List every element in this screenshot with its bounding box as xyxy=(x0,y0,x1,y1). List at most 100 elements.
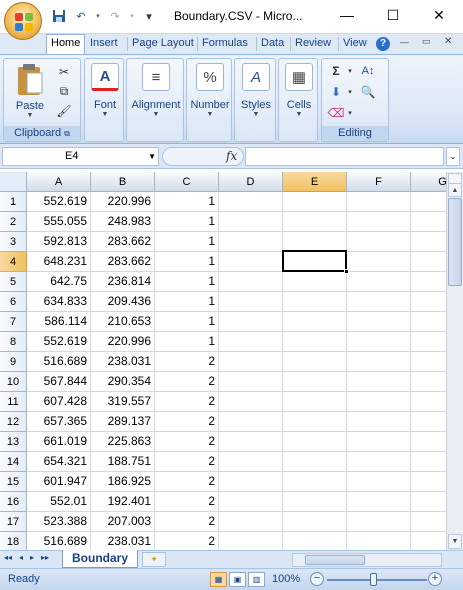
cell-d7[interactable] xyxy=(219,312,283,332)
active-cell-e4[interactable] xyxy=(282,250,349,274)
number-group[interactable]: % Number ▼ xyxy=(186,58,232,142)
cell-d4[interactable] xyxy=(219,252,283,272)
cell-b1[interactable]: 220.996 xyxy=(91,192,155,212)
cell-c16[interactable]: 2 xyxy=(155,492,219,512)
cell-f10[interactable] xyxy=(347,372,411,392)
tab-page-layout[interactable]: Page Layout xyxy=(128,35,198,54)
cell-d17[interactable] xyxy=(219,512,283,532)
cell-b3[interactable]: 283.662 xyxy=(91,232,155,252)
cell-d5[interactable] xyxy=(219,272,283,292)
cell-g14[interactable] xyxy=(411,452,446,472)
cell-b13[interactable]: 225.863 xyxy=(91,432,155,452)
cell-g2[interactable] xyxy=(411,212,446,232)
cell-c11[interactable]: 2 xyxy=(155,392,219,412)
cell-d16[interactable] xyxy=(219,492,283,512)
cell-c7[interactable]: 1 xyxy=(155,312,219,332)
cell-e5[interactable] xyxy=(283,272,347,292)
cell-f18[interactable] xyxy=(347,532,411,550)
alignment-group[interactable]: ≡ Alignment ▼ xyxy=(126,58,184,142)
cell-f8[interactable] xyxy=(347,332,411,352)
cell-a13[interactable]: 661.019 xyxy=(27,432,91,452)
cell-b15[interactable]: 186.925 xyxy=(91,472,155,492)
row-header[interactable]: 8 xyxy=(0,332,27,352)
ribbon-restore-icon[interactable]: ▭ xyxy=(422,36,431,47)
cell-f15[interactable] xyxy=(347,472,411,492)
copy-icon[interactable]: ⧉ xyxy=(56,83,72,99)
cell-d11[interactable] xyxy=(219,392,283,412)
cell-b2[interactable]: 248.983 xyxy=(91,212,155,232)
row-header[interactable]: 15 xyxy=(0,472,27,492)
column-header-b[interactable]: B xyxy=(91,172,155,192)
cell-f3[interactable] xyxy=(347,232,411,252)
horizontal-scrollbar[interactable] xyxy=(292,553,442,567)
row-header[interactable]: 14 xyxy=(0,452,27,472)
first-sheet-icon[interactable]: ◂◂ xyxy=(4,553,12,562)
cell-e10[interactable] xyxy=(283,372,347,392)
cell-f1[interactable] xyxy=(347,192,411,212)
format-painter-icon[interactable]: 🖌 xyxy=(56,103,72,119)
column-header-f[interactable]: F xyxy=(347,172,411,192)
cell-a8[interactable]: 552.619 xyxy=(27,332,91,352)
cell-a12[interactable]: 657.365 xyxy=(27,412,91,432)
cell-g9[interactable] xyxy=(411,352,446,372)
last-sheet-icon[interactable]: ▸▸ xyxy=(41,553,49,562)
cell-d9[interactable] xyxy=(219,352,283,372)
cell-a2[interactable]: 555.055 xyxy=(27,212,91,232)
cell-b8[interactable]: 220.996 xyxy=(91,332,155,352)
cell-b18[interactable]: 238.031 xyxy=(91,532,155,550)
new-sheet-icon[interactable]: ✦ xyxy=(142,552,166,567)
tab-formulas[interactable]: Formulas xyxy=(198,35,252,54)
page-break-view-icon[interactable]: ▥ xyxy=(248,572,265,587)
row-header[interactable]: 17 xyxy=(0,512,27,532)
cell-e6[interactable] xyxy=(283,292,347,312)
cell-b12[interactable]: 289.137 xyxy=(91,412,155,432)
row-header[interactable]: 13 xyxy=(0,432,27,452)
column-header-c[interactable]: C xyxy=(155,172,219,192)
styles-group[interactable]: A Styles ▼ xyxy=(234,58,276,142)
select-all-button[interactable] xyxy=(0,172,27,192)
cell-e8[interactable] xyxy=(283,332,347,352)
cell-e7[interactable] xyxy=(283,312,347,332)
cell-c15[interactable]: 2 xyxy=(155,472,219,492)
cell-g10[interactable] xyxy=(411,372,446,392)
cell-c2[interactable]: 1 xyxy=(155,212,219,232)
cell-f6[interactable] xyxy=(347,292,411,312)
cell-f11[interactable] xyxy=(347,392,411,412)
cell-d6[interactable] xyxy=(219,292,283,312)
zoom-in-icon[interactable]: + xyxy=(428,572,442,586)
cell-b11[interactable]: 319.557 xyxy=(91,392,155,412)
cell-f16[interactable] xyxy=(347,492,411,512)
cell-g8[interactable] xyxy=(411,332,446,352)
close-button[interactable]: ✕ xyxy=(416,0,462,30)
page-layout-view-icon[interactable]: ▣ xyxy=(229,572,246,587)
cell-e3[interactable] xyxy=(283,232,347,252)
row-header[interactable]: 1 xyxy=(0,192,27,212)
cell-a9[interactable]: 516.689 xyxy=(27,352,91,372)
chevron-down-icon[interactable]: ▼ xyxy=(148,148,156,165)
cell-a14[interactable]: 654.321 xyxy=(27,452,91,472)
cell-d8[interactable] xyxy=(219,332,283,352)
cell-f17[interactable] xyxy=(347,512,411,532)
cell-c14[interactable]: 2 xyxy=(155,452,219,472)
cell-e14[interactable] xyxy=(283,452,347,472)
cell-a18[interactable]: 516.689 xyxy=(27,532,91,550)
cell-c3[interactable]: 1 xyxy=(155,232,219,252)
cell-d3[interactable] xyxy=(219,232,283,252)
row-header[interactable]: 6 xyxy=(0,292,27,312)
cell-a4[interactable]: 648.231 xyxy=(27,252,91,272)
h-scroll-thumb[interactable] xyxy=(305,555,365,565)
cell-e18[interactable] xyxy=(283,532,347,550)
cell-c18[interactable]: 2 xyxy=(155,532,219,550)
expand-formula-bar-icon[interactable]: ⌄ xyxy=(446,147,460,166)
cell-b10[interactable]: 290.354 xyxy=(91,372,155,392)
cell-b6[interactable]: 209.436 xyxy=(91,292,155,312)
column-header-a[interactable]: A xyxy=(27,172,91,192)
undo-button[interactable]: ↶ xyxy=(72,8,90,24)
cell-g7[interactable] xyxy=(411,312,446,332)
minimize-button[interactable]: — xyxy=(324,0,370,30)
cell-f7[interactable] xyxy=(347,312,411,332)
cell-b14[interactable]: 188.751 xyxy=(91,452,155,472)
cell-g18[interactable] xyxy=(411,532,446,550)
cell-g13[interactable] xyxy=(411,432,446,452)
cell-a3[interactable]: 592.813 xyxy=(27,232,91,252)
